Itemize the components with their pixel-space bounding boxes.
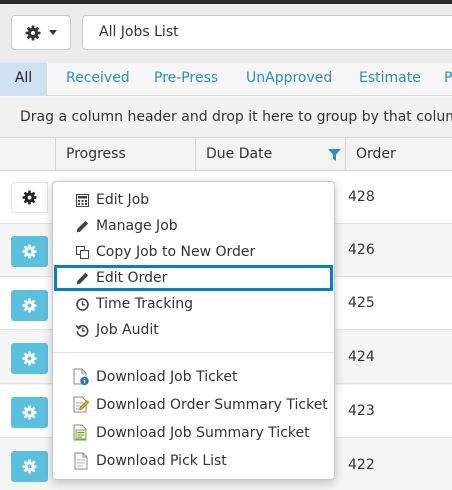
toolbar: All Jobs List (0, 0, 452, 63)
menu-item-copy-job[interactable]: Copy Job to New Order (53, 239, 334, 265)
gear-icon (22, 351, 37, 366)
order-number: 425 (348, 295, 375, 311)
menu-item-label: Download Job Summary Ticket (96, 425, 310, 441)
calculator-icon (75, 193, 89, 207)
order-number: 428 (348, 189, 375, 205)
gear-icon (22, 405, 37, 420)
menu-item-download-job-summary[interactable]: Download Job Summary Ticket (53, 420, 334, 446)
document-list-icon (72, 424, 90, 442)
row-actions-button[interactable] (11, 343, 48, 374)
gear-icon (25, 25, 41, 40)
order-number: 424 (348, 349, 375, 365)
grid-header: Progress Due Date Order (0, 138, 452, 171)
menu-item-time-tracking[interactable]: Time Tracking (53, 291, 334, 317)
status-tabs: All Received Pre-Press UnApproved Estima… (0, 63, 452, 96)
menu-item-label: Edit Job (96, 192, 150, 208)
gear-icon (22, 298, 37, 313)
document-edit-icon (72, 396, 90, 414)
gear-icon (22, 190, 37, 205)
chevron-down-icon (49, 30, 57, 35)
tab-all[interactable]: All (0, 63, 47, 96)
history-icon (75, 323, 89, 337)
column-header-order[interactable]: Order (345, 138, 452, 171)
pencil-icon (75, 271, 89, 285)
row-actions-menu: Edit Job Manage Job Copy Job to New Orde… (52, 181, 335, 480)
settings-dropdown[interactable] (11, 15, 71, 50)
row-actions-button[interactable] (11, 236, 48, 267)
tab-pre-press[interactable]: Pre-Press (154, 63, 218, 96)
tab-received[interactable]: Received (66, 63, 130, 96)
menu-item-label: Job Audit (96, 322, 159, 338)
menu-item-manage-job[interactable]: Manage Job (53, 213, 334, 239)
document-icon (72, 452, 90, 470)
order-number: 423 (348, 403, 375, 419)
menu-item-edit-job[interactable]: Edit Job (53, 187, 334, 213)
menu-item-label: Copy Job to New Order (96, 244, 256, 260)
menu-item-label: Download Job Ticket (96, 369, 238, 385)
row-actions-button[interactable] (11, 182, 48, 213)
pencil-icon (75, 219, 89, 233)
menu-item-label: Edit Order (96, 270, 168, 286)
menu-item-label: Manage Job (96, 218, 178, 234)
clock-icon (75, 297, 89, 311)
row-actions-button[interactable] (11, 397, 48, 428)
menu-item-job-audit[interactable]: Job Audit (53, 317, 334, 343)
tab-estimate[interactable]: Estimate (359, 63, 421, 96)
tab-unapproved[interactable]: UnApproved (246, 63, 332, 96)
menu-item-label: Download Order Summary Ticket (96, 397, 328, 413)
gear-icon (22, 244, 37, 259)
document-info-icon (72, 368, 90, 386)
top-strip (0, 0, 452, 4)
menu-item-download-order-summary[interactable]: Download Order Summary Ticket (53, 392, 334, 418)
menu-item-label: Time Tracking (96, 296, 193, 312)
tab-overflow[interactable]: P (444, 63, 452, 96)
gear-icon (22, 459, 37, 474)
row-actions-button[interactable] (11, 451, 48, 482)
view-selector[interactable]: All Jobs List (82, 15, 452, 50)
column-header-due-date[interactable]: Due Date (195, 138, 345, 171)
menu-item-edit-order[interactable]: Edit Order (54, 265, 333, 291)
filter-icon[interactable] (328, 149, 341, 161)
order-number: 422 (348, 457, 375, 473)
group-drop-zone[interactable]: Drag a column header and drop it here to… (0, 97, 452, 138)
menu-divider (53, 352, 334, 353)
order-number: 426 (348, 242, 375, 258)
copy-icon (75, 245, 89, 259)
column-header-progress[interactable]: Progress (55, 138, 195, 171)
menu-item-download-job-ticket[interactable]: Download Job Ticket (53, 364, 334, 390)
row-actions-button[interactable] (11, 290, 48, 321)
menu-item-label: Download Pick List (96, 453, 227, 469)
menu-item-download-pick-list[interactable]: Download Pick List (53, 448, 334, 474)
